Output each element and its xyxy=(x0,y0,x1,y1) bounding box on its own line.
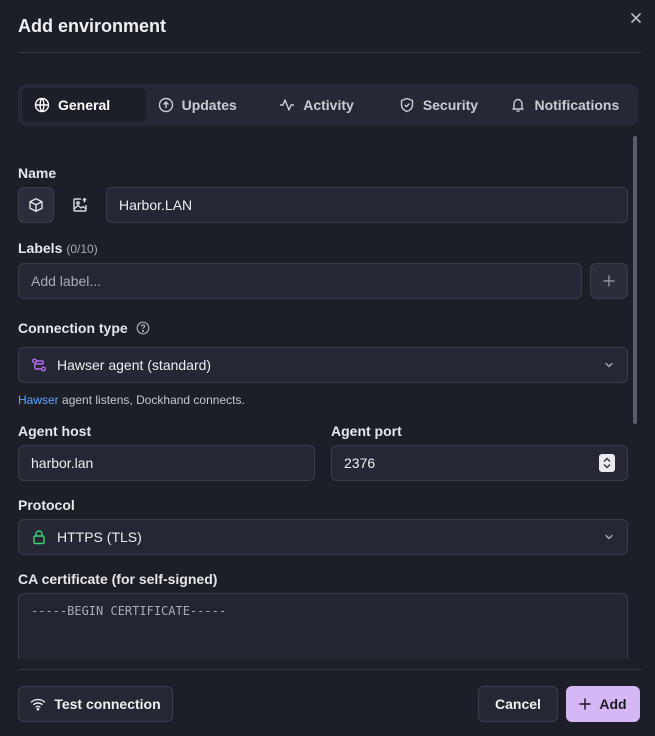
add-environment-dialog: Add environment General Updates Activity… xyxy=(0,0,655,736)
box-icon xyxy=(29,198,43,212)
tab-general[interactable]: General xyxy=(22,88,146,122)
labels-label-text: Labels xyxy=(18,240,63,256)
cancel-button[interactable]: Cancel xyxy=(478,686,558,722)
add-label-input[interactable] xyxy=(31,273,569,289)
ca-certificate-label: CA certificate (for self-signed) xyxy=(18,571,218,587)
agent-port-input[interactable] xyxy=(344,455,561,471)
image-upload-button[interactable] xyxy=(62,187,98,223)
plus-icon xyxy=(579,698,592,710)
connection-type-value: Hawser agent (standard) xyxy=(57,357,212,373)
chevron-down-icon xyxy=(605,534,613,540)
scrollbar[interactable] xyxy=(633,136,637,424)
wifi-icon xyxy=(31,698,46,711)
help-circle-icon[interactable] xyxy=(136,321,150,335)
connection-help-text: Hawser agent listens, Dockhand connects. xyxy=(18,393,245,407)
add-label-button[interactable] xyxy=(590,263,628,299)
add-label-field[interactable] xyxy=(18,263,582,299)
bell-icon xyxy=(512,98,525,112)
icon-picker-button[interactable] xyxy=(18,187,54,223)
protocol-select[interactable]: HTTPS (TLS) xyxy=(18,519,628,555)
hawser-link[interactable]: Hawser xyxy=(18,393,59,407)
protocol-value: HTTPS (TLS) xyxy=(57,529,142,545)
agent-host-input[interactable] xyxy=(31,455,302,471)
agent-host-label: Agent host xyxy=(18,423,92,439)
route-icon xyxy=(32,358,46,372)
tab-label: Updates xyxy=(181,97,237,113)
connection-type-label: Connection type xyxy=(18,320,150,336)
tab-updates[interactable]: Updates xyxy=(146,88,268,122)
test-connection-label: Test connection xyxy=(54,696,161,712)
header-divider xyxy=(18,52,641,53)
stepper-arrows-icon xyxy=(603,457,611,469)
protocol-label: Protocol xyxy=(18,497,75,513)
tab-notifications[interactable]: Notifications xyxy=(498,88,634,122)
connection-type-select[interactable]: Hawser agent (standard) xyxy=(18,347,628,383)
shield-icon xyxy=(400,97,414,113)
lock-icon xyxy=(33,530,45,545)
tab-activity[interactable]: Activity xyxy=(267,88,387,122)
agent-host-field[interactable] xyxy=(18,445,315,481)
add-label: Add xyxy=(599,696,627,712)
tab-security[interactable]: Security xyxy=(387,88,499,122)
footer-divider xyxy=(18,669,641,670)
cancel-label: Cancel xyxy=(495,696,541,712)
activity-icon xyxy=(280,99,295,111)
name-label: Name xyxy=(18,165,57,181)
chevron-down-icon xyxy=(605,362,613,368)
test-connection-button[interactable]: Test connection xyxy=(18,686,173,722)
agent-port-field[interactable] xyxy=(331,445,628,481)
connection-type-label-text: Connection type xyxy=(18,320,128,336)
tab-label: Security xyxy=(422,97,479,113)
agent-port-label: Agent port xyxy=(331,423,402,439)
upload-circle-icon xyxy=(158,97,173,113)
tab-bar: General Updates Activity Security Notifi… xyxy=(18,84,638,126)
labels-count: (0/10) xyxy=(66,242,98,256)
name-field[interactable] xyxy=(106,187,628,223)
close-icon[interactable] xyxy=(627,9,645,27)
name-input[interactable] xyxy=(119,197,615,213)
plus-icon xyxy=(603,275,615,287)
labels-label: Labels (0/10) xyxy=(18,240,98,256)
ca-certificate-textarea[interactable]: -----BEGIN CERTIFICATE----- xyxy=(18,593,628,659)
dialog-title: Add environment xyxy=(18,16,167,36)
ca-certificate-placeholder: -----BEGIN CERTIFICATE----- xyxy=(31,604,227,618)
port-stepper[interactable] xyxy=(599,454,615,472)
image-upload-icon xyxy=(73,197,87,212)
tab-label: Activity xyxy=(303,97,354,113)
connection-help-body: agent listens, Dockhand connects. xyxy=(58,393,245,407)
tab-label: Notifications xyxy=(534,97,620,113)
add-button[interactable]: Add xyxy=(566,686,640,722)
tab-label: General xyxy=(58,97,111,113)
globe-icon xyxy=(34,97,50,113)
